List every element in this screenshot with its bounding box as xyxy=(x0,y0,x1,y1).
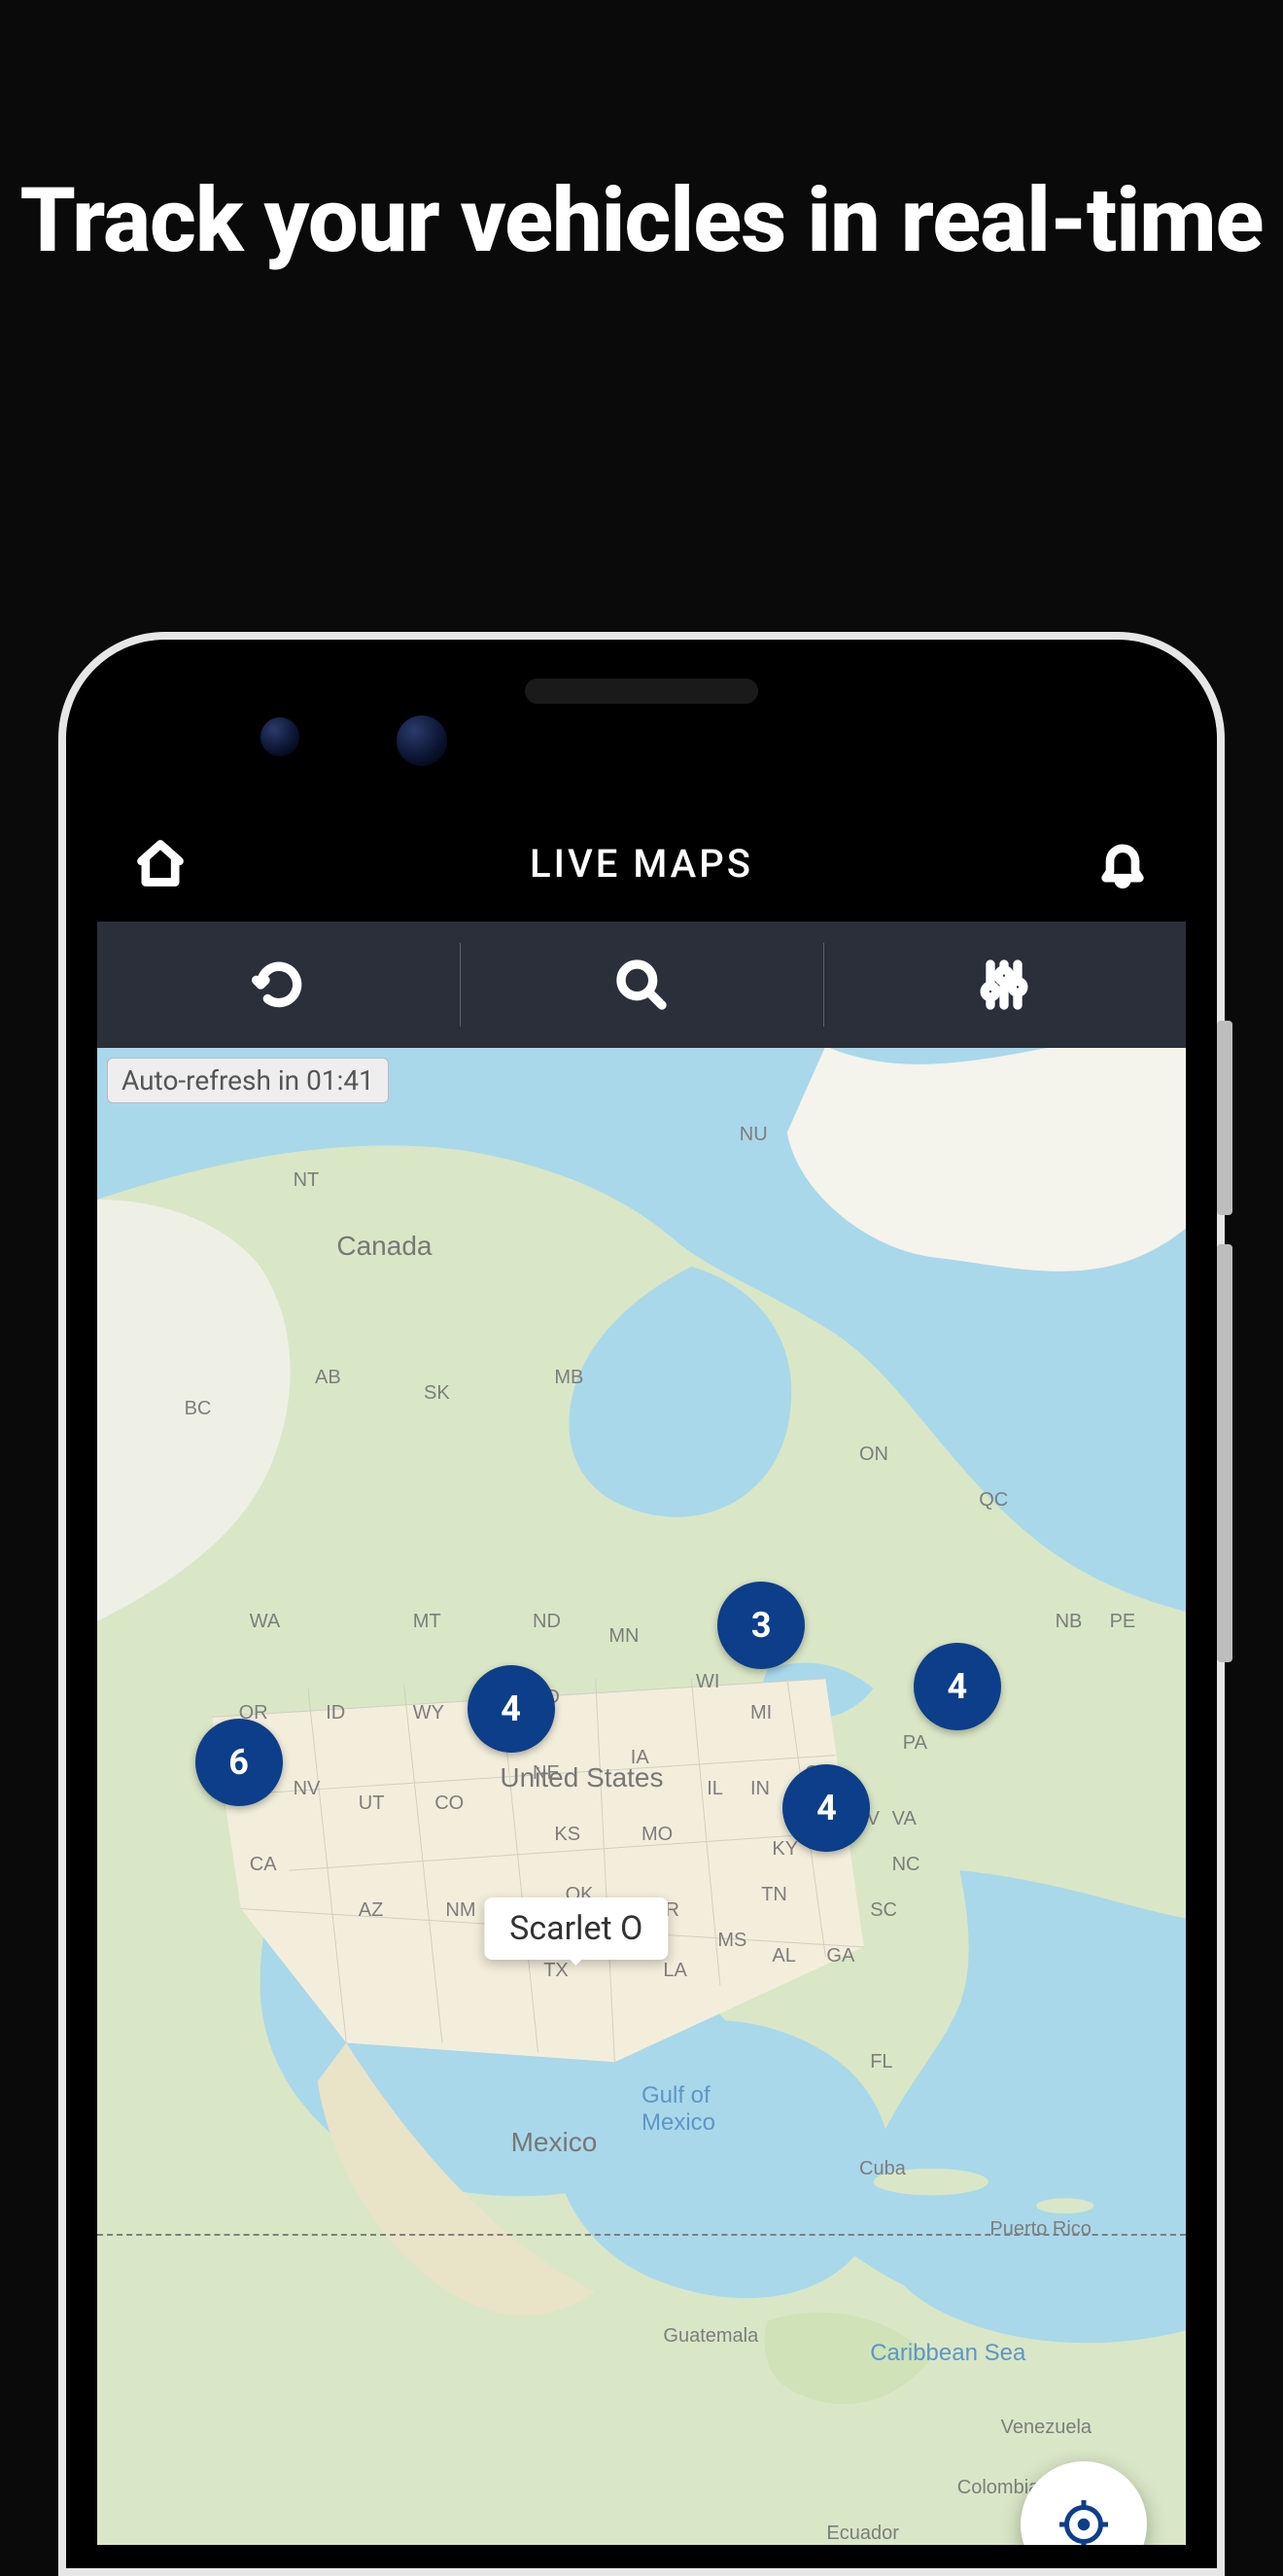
map-label: PA xyxy=(903,1732,927,1755)
map-label: NC xyxy=(892,1854,920,1876)
map-label-ecuador: Ecuador xyxy=(826,2523,899,2545)
phone-button xyxy=(1217,1244,1232,1662)
map-cluster[interactable]: 6 xyxy=(195,1719,283,1806)
map-label-cuba: Cuba xyxy=(859,2158,906,2180)
map-label: AZ xyxy=(359,1899,384,1922)
refresh-button[interactable] xyxy=(97,922,460,1048)
map-label: SC xyxy=(870,1899,897,1922)
app-bar: LIVE MAPS xyxy=(97,805,1186,922)
map-label: MI xyxy=(750,1702,772,1724)
auto-refresh-badge: Auto-refresh in 01:41 xyxy=(107,1058,389,1103)
map-cluster[interactable]: 4 xyxy=(468,1665,555,1753)
map-label: LA xyxy=(663,1960,686,1982)
map-label: MB xyxy=(554,1367,583,1389)
map-label: KY xyxy=(772,1838,798,1861)
map-label: AB xyxy=(315,1367,341,1389)
map-label: TX xyxy=(543,1960,569,1982)
phone-frame: LIVE MAPS xyxy=(58,632,1225,2576)
crosshair-icon xyxy=(1055,2495,1113,2554)
map-label: GA xyxy=(826,1945,854,1967)
map-label: ND xyxy=(533,1611,561,1633)
map-label: TN xyxy=(761,1884,787,1906)
map-label-caribbean: Caribbean Sea xyxy=(870,2340,1025,2367)
map-label: NV xyxy=(294,1778,321,1800)
map-label: NB xyxy=(1056,1611,1083,1633)
promo-title: Track your vehicles in real-time xyxy=(0,175,1283,269)
map-cluster-count: 6 xyxy=(228,1742,249,1783)
map-label: BC xyxy=(185,1398,212,1420)
map-label: UT xyxy=(359,1793,385,1815)
map-label: FL xyxy=(870,2051,892,2073)
map-cluster-count: 4 xyxy=(501,1688,521,1729)
map-label: MT xyxy=(413,1611,441,1633)
map-cluster[interactable]: 3 xyxy=(717,1582,805,1669)
bell-icon xyxy=(1097,838,1148,888)
vehicle-callout-label: Scarlet O xyxy=(509,1909,642,1948)
map-label: AL xyxy=(772,1945,795,1967)
map-label: NE xyxy=(533,1762,560,1785)
map-label-mexico: Mexico xyxy=(511,2127,598,2158)
map-label: ON xyxy=(859,1444,888,1466)
map-label: NT xyxy=(294,1169,320,1192)
phone-camera-icon xyxy=(260,717,299,756)
map-label: MO xyxy=(642,1824,673,1846)
map-label: NM xyxy=(445,1899,475,1922)
toolbar xyxy=(97,922,1186,1048)
notifications-button[interactable] xyxy=(1089,829,1157,897)
map-label: MN xyxy=(608,1625,639,1648)
map-label: SK xyxy=(424,1382,450,1405)
map-label: NU xyxy=(740,1124,768,1146)
map-label: WI xyxy=(696,1671,719,1693)
map-cluster-count: 4 xyxy=(816,1788,837,1828)
map-label: IL xyxy=(707,1778,723,1800)
phone-button xyxy=(1217,1021,1232,1215)
map-label: WY xyxy=(413,1702,444,1724)
map-label: PE xyxy=(1110,1611,1136,1633)
sliders-icon xyxy=(977,957,1031,1012)
map-cluster-count: 4 xyxy=(947,1666,967,1707)
map-label: WA xyxy=(250,1611,280,1633)
map-label: IN xyxy=(750,1778,770,1800)
search-icon xyxy=(614,957,669,1012)
home-icon xyxy=(135,838,186,888)
map-cluster[interactable]: 4 xyxy=(914,1643,1001,1730)
map-label: MS xyxy=(717,1930,746,1952)
map-cluster[interactable]: 4 xyxy=(782,1764,870,1852)
phone-speaker xyxy=(525,679,758,704)
map-cluster-count: 3 xyxy=(751,1605,772,1646)
map-label-canada: Canada xyxy=(336,1231,432,1262)
vehicle-callout[interactable]: Scarlet O xyxy=(484,1897,668,1960)
map-label: QC xyxy=(979,1489,1008,1512)
map-label-guatemala: Guatemala xyxy=(663,2325,758,2348)
map-label: CA xyxy=(250,1854,277,1876)
filter-button[interactable] xyxy=(823,922,1186,1048)
app-screen: LIVE MAPS xyxy=(97,805,1186,2568)
map-label-pr: Puerto Rico xyxy=(989,2218,1092,2241)
map-label: IA xyxy=(631,1747,649,1769)
phone-camera-icon xyxy=(397,715,447,766)
page-title: LIVE MAPS xyxy=(530,841,753,887)
map-label-gulf: Gulf of Mexico xyxy=(642,2082,715,2137)
map-label-venezuela: Venezuela xyxy=(1001,2417,1092,2439)
search-button[interactable] xyxy=(460,922,822,1048)
refresh-icon xyxy=(252,957,306,1012)
home-button[interactable] xyxy=(126,829,194,897)
map-label: KS xyxy=(554,1824,580,1846)
map-label: VA xyxy=(892,1808,917,1830)
map-label: CO xyxy=(434,1793,464,1815)
map-view[interactable]: Auto-refresh in 01:41 Canada United Stat… xyxy=(97,1048,1186,2568)
map-label: ID xyxy=(326,1702,345,1724)
